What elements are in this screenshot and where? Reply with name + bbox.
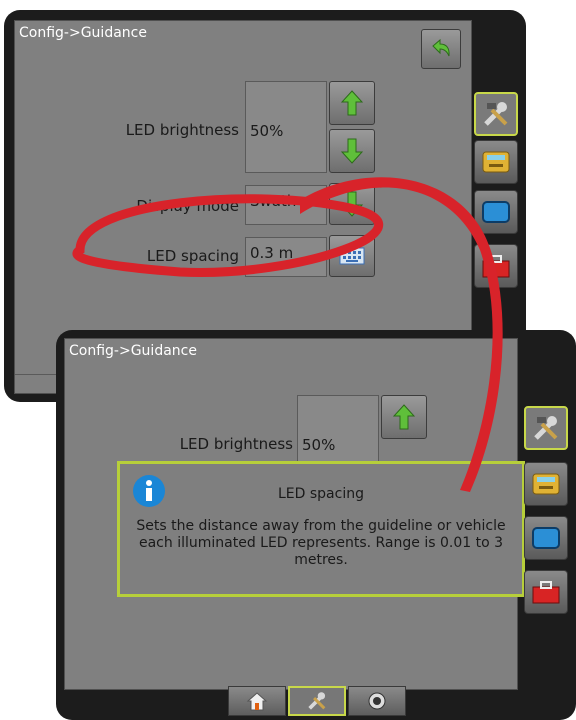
front-main-panel: Config->Guidance LED brightness 50% LED … — [64, 338, 525, 690]
led-spacing-label: LED spacing — [146, 247, 239, 265]
up-arrow-icon — [393, 404, 415, 430]
down-arrow-icon — [341, 138, 363, 164]
tab-display[interactable] — [524, 516, 568, 560]
tools-icon — [484, 102, 508, 126]
back-button[interactable] — [421, 29, 461, 69]
display-icon — [482, 201, 510, 223]
led-brightness-down-button[interactable] — [329, 129, 375, 173]
display-mode-label: Display mode — [136, 197, 239, 215]
dialog-body: Sets the distance away from the guidelin… — [136, 518, 506, 568]
up-arrow-icon — [341, 90, 363, 116]
led-brightness-up-button[interactable] — [329, 81, 375, 125]
led-brightness-value: 50% — [245, 81, 327, 173]
page-title: Config->Guidance — [19, 25, 147, 41]
tab-camera[interactable] — [348, 686, 406, 716]
console-icon — [482, 151, 510, 173]
tools-icon — [534, 416, 558, 440]
tab-display[interactable] — [474, 190, 518, 234]
led-brightness-up-button[interactable] — [381, 395, 427, 439]
console-icon — [532, 473, 560, 495]
tab-toolbox[interactable] — [474, 244, 518, 288]
led-brightness-label: LED brightness — [125, 121, 239, 139]
tab-console[interactable] — [524, 462, 568, 506]
camera-icon — [368, 692, 386, 710]
dialog-title: LED spacing — [278, 486, 364, 502]
down-arrow-icon — [341, 191, 363, 217]
tab-settings[interactable] — [288, 686, 346, 716]
tab-tools[interactable] — [524, 406, 568, 450]
tab-tools[interactable] — [474, 92, 518, 136]
front-screen: Config->Guidance LED brightness 50% LED … — [56, 330, 576, 720]
info-dialog: LED spacing Sets the distance away from … — [117, 461, 525, 597]
display-mode-down-button[interactable] — [329, 183, 375, 225]
led-brightness-label: LED brightness — [179, 435, 293, 453]
settings-icon — [308, 692, 326, 710]
keyboard-button[interactable] — [329, 235, 375, 277]
keyboard-icon — [339, 247, 365, 265]
toolbox-icon — [482, 255, 510, 278]
home-icon — [246, 692, 268, 711]
tab-home[interactable] — [228, 686, 286, 716]
tab-console[interactable] — [474, 140, 518, 184]
led-spacing-value[interactable]: 0.3 m — [245, 237, 327, 277]
display-mode-value[interactable]: Swath — [245, 185, 327, 225]
page-title: Config->Guidance — [69, 343, 197, 359]
tab-toolbox[interactable] — [524, 570, 568, 614]
led-brightness-value: 50% — [297, 395, 379, 471]
display-icon — [532, 527, 560, 549]
back-arrow-icon — [432, 38, 450, 57]
toolbox-icon — [532, 581, 560, 604]
